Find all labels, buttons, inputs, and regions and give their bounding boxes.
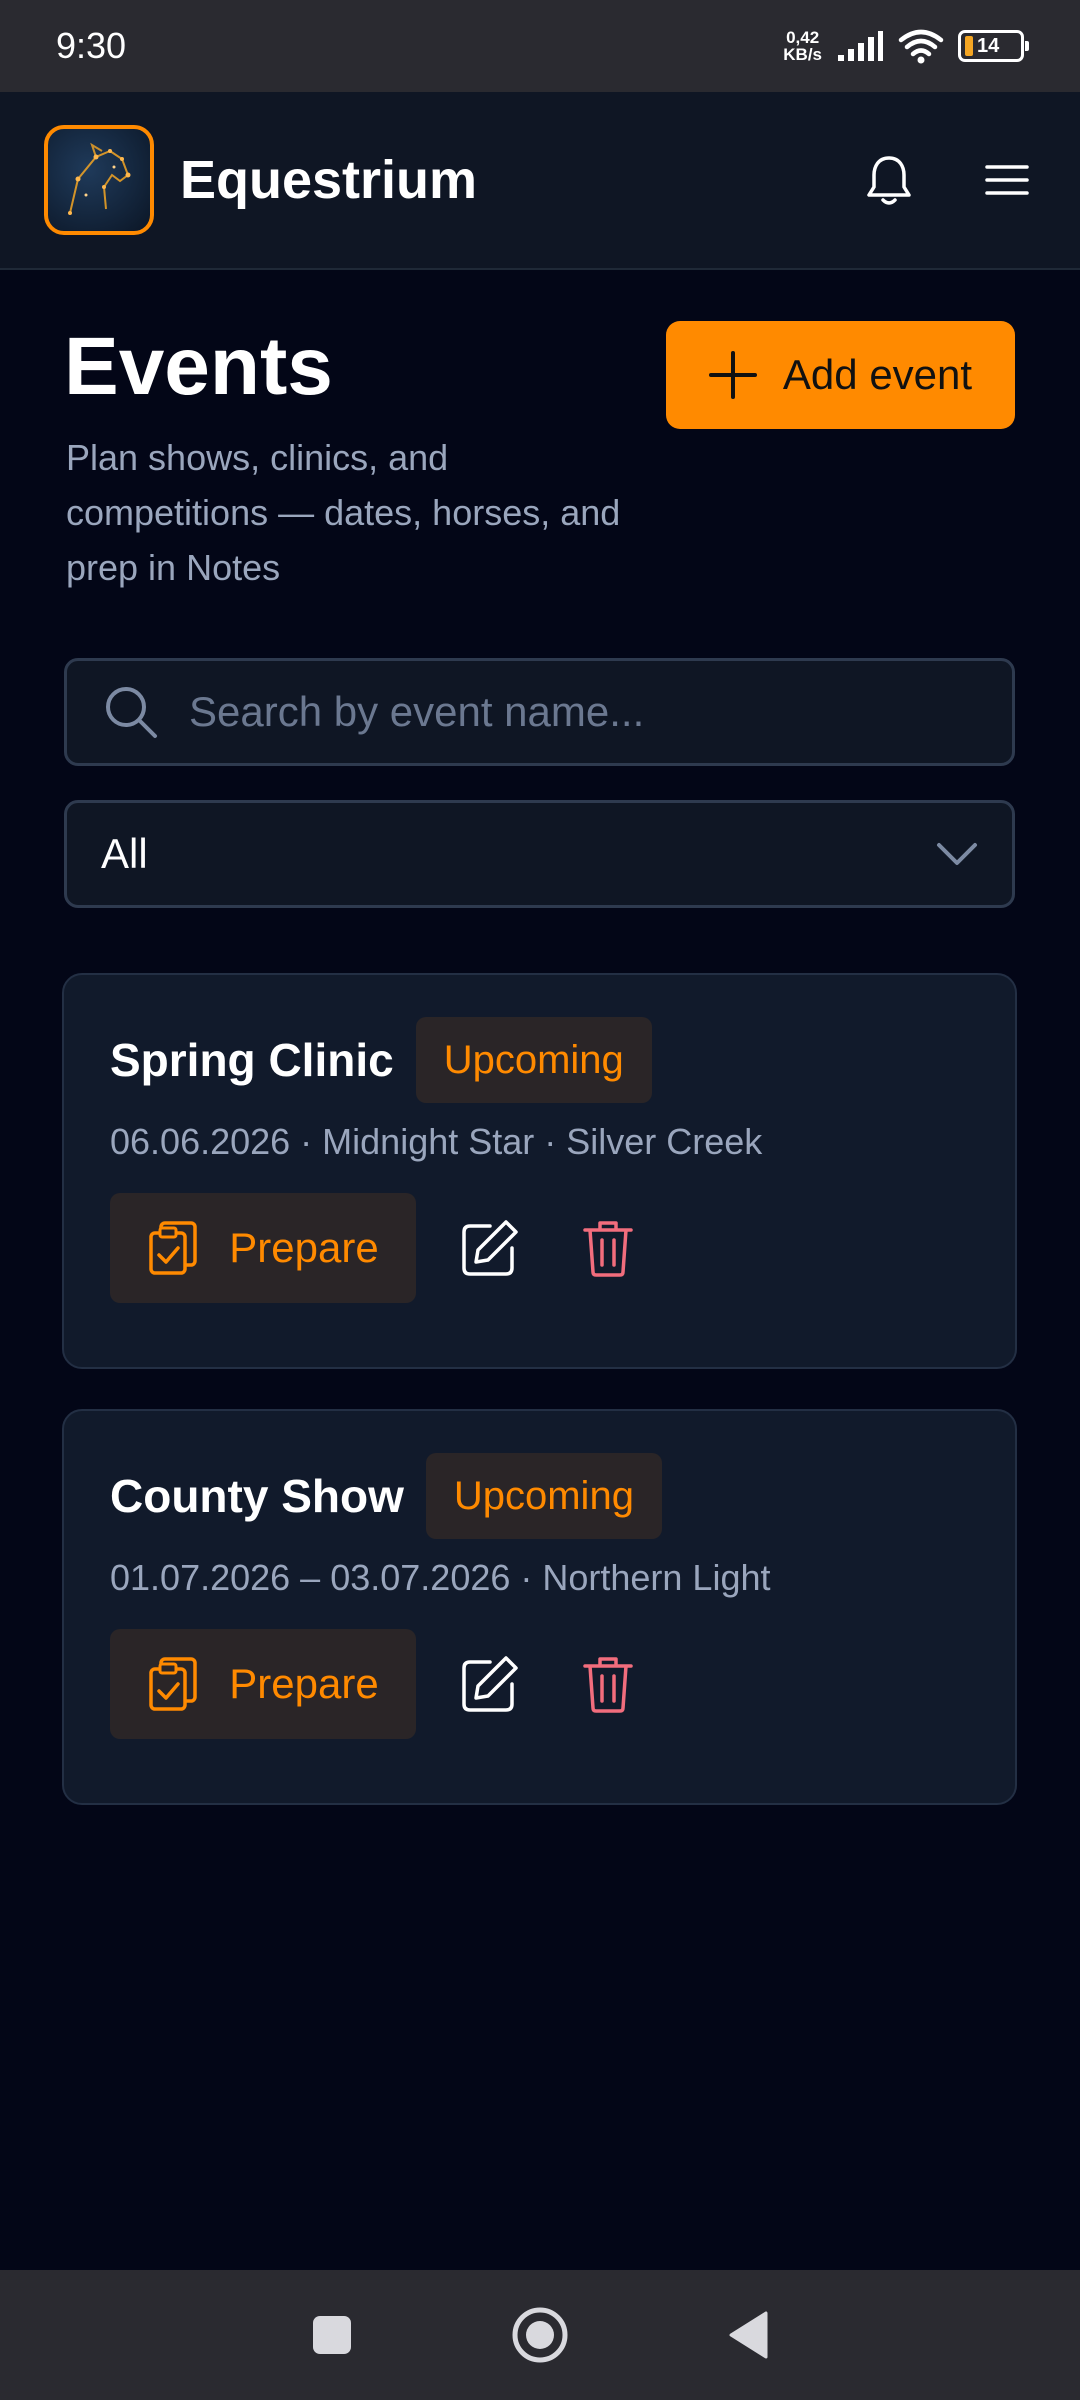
event-title[interactable]: County Show <box>110 1469 404 1523</box>
menu-icon[interactable] <box>984 162 1030 198</box>
edit-button[interactable] <box>450 1208 530 1288</box>
network-speed: 0,42 KB/s <box>783 29 822 63</box>
signal-icon <box>838 31 883 61</box>
status-filter-value: All <box>101 830 148 877</box>
header-actions <box>864 153 1030 207</box>
search-input[interactable] <box>189 688 969 736</box>
page-title: Events <box>64 321 333 412</box>
status-filter-select[interactable]: All <box>64 800 1015 908</box>
search-bar <box>64 658 1015 766</box>
prepare-label: Prepare <box>229 1660 379 1707</box>
event-card-header: Spring Clinic Upcoming <box>110 1017 652 1103</box>
event-meta: 01.07.2026 – 03.07.2026 · Northern Light <box>110 1557 771 1598</box>
horse-logo-icon <box>68 142 131 215</box>
add-event-label: Add event <box>782 351 973 398</box>
status-time: 9:30 <box>56 25 127 66</box>
home-icon[interactable] <box>510 2305 570 2365</box>
event-card: County Show Upcoming 01.07.2026 – 03.07.… <box>62 1409 1017 1805</box>
trash-icon <box>583 1657 633 1713</box>
edit-icon <box>462 1656 518 1712</box>
event-title[interactable]: Spring Clinic <box>110 1033 394 1087</box>
app-logo[interactable] <box>44 125 154 235</box>
event-meta: 06.06.2026 · Midnight Star · Silver Cree… <box>110 1121 763 1162</box>
clipboard-check-icon <box>149 1221 198 1275</box>
system-nav-bar <box>0 2270 1080 2400</box>
delete-button[interactable] <box>568 1208 648 1288</box>
page-subtitle: Plan shows, clinics, and competitions — … <box>66 437 621 588</box>
bell-icon[interactable] <box>864 153 914 207</box>
event-actions: Prepare <box>110 1629 648 1739</box>
event-card: Spring Clinic Upcoming 06.06.2026 · Midn… <box>62 973 1017 1369</box>
back-icon[interactable] <box>726 2309 770 2361</box>
edit-button[interactable] <box>450 1644 530 1724</box>
prepare-button[interactable]: Prepare <box>110 1193 416 1303</box>
event-actions: Prepare <box>110 1193 648 1303</box>
trash-icon <box>583 1221 633 1277</box>
plus-icon <box>708 351 757 399</box>
status-badge: Upcoming <box>415 1017 652 1103</box>
wifi-icon <box>898 29 944 64</box>
status-badge: Upcoming <box>425 1453 662 1539</box>
chevron-down-icon <box>937 843 977 865</box>
battery-fill <box>965 36 973 56</box>
add-event-button[interactable]: Add event <box>666 321 1015 429</box>
prepare-button[interactable]: Prepare <box>110 1629 416 1739</box>
app-header: Equestrium <box>0 92 1080 270</box>
prepare-label: Prepare <box>229 1224 379 1271</box>
battery-level: 14 <box>977 34 1000 57</box>
clipboard-check-icon <box>149 1657 198 1711</box>
network-speed-unit: KB/s <box>783 45 822 64</box>
edit-icon <box>462 1220 518 1276</box>
search-icon <box>106 687 157 738</box>
battery-icon: 14 <box>958 30 1029 62</box>
recents-icon[interactable] <box>310 2313 354 2357</box>
status-icons: 0,42 KB/s 14 <box>783 28 1029 64</box>
event-card-header: County Show Upcoming <box>110 1453 662 1539</box>
status-bar: 9:30 0,42 KB/s 14 <box>0 0 1080 92</box>
delete-button[interactable] <box>568 1644 648 1724</box>
app-name: Equestrium <box>180 150 478 210</box>
network-speed-value: 0,42 <box>786 28 820 47</box>
